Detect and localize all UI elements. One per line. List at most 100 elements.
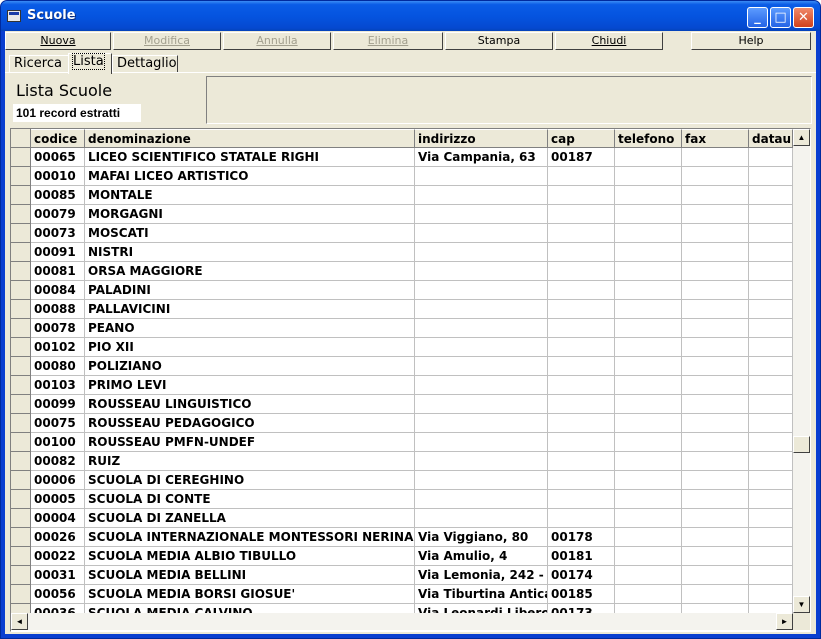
modifica-button[interactable]: Modifica: [113, 32, 221, 50]
elimina-button[interactable]: Elimina: [333, 32, 443, 50]
cell-datault[interactable]: [749, 604, 793, 613]
cell-fax[interactable]: [682, 262, 749, 281]
vertical-scrollbar[interactable]: ▲ ▼: [793, 129, 810, 613]
cell-indirizzo[interactable]: [415, 224, 548, 243]
cell-cap[interactable]: [548, 414, 615, 433]
row-selector[interactable]: [11, 414, 31, 433]
table-row[interactable]: 00026 SCUOLA INTERNAZIONALE MONTESSORI NE…: [11, 528, 793, 547]
cell-codice[interactable]: 00085: [31, 186, 85, 205]
cell-denominazione[interactable]: PALLAVICINI: [85, 300, 415, 319]
cell-datault[interactable]: [749, 262, 793, 281]
chiudi-button[interactable]: Chiudi: [555, 32, 663, 50]
cell-telefono[interactable]: [615, 528, 682, 547]
row-selector[interactable]: [11, 376, 31, 395]
cell-cap[interactable]: [548, 300, 615, 319]
cell-fax[interactable]: [682, 376, 749, 395]
cell-denominazione[interactable]: MOSCATI: [85, 224, 415, 243]
cell-codice[interactable]: 00073: [31, 224, 85, 243]
cell-fax[interactable]: [682, 167, 749, 186]
title-bar[interactable]: Scuole _ □ ✕: [1, 1, 820, 31]
cell-datault[interactable]: [749, 300, 793, 319]
cell-codice[interactable]: 00079: [31, 205, 85, 224]
cell-indirizzo[interactable]: Via Amulio, 4: [415, 547, 548, 566]
cell-fax[interactable]: [682, 319, 749, 338]
cell-cap[interactable]: [548, 376, 615, 395]
cell-codice[interactable]: 00010: [31, 167, 85, 186]
cell-indirizzo[interactable]: [415, 319, 548, 338]
cell-fax[interactable]: [682, 433, 749, 452]
table-row[interactable]: 00099 ROUSSEAU LINGUISTICO: [11, 395, 793, 414]
table-row[interactable]: 00091 NISTRI: [11, 243, 793, 262]
stampa-button[interactable]: Stampa: [445, 32, 553, 50]
cell-datault[interactable]: [749, 319, 793, 338]
cell-codice[interactable]: 00005: [31, 490, 85, 509]
cell-codice[interactable]: 00082: [31, 452, 85, 471]
table-row[interactable]: 00102 PIO XII: [11, 338, 793, 357]
cell-cap[interactable]: [548, 243, 615, 262]
cell-indirizzo[interactable]: Via Campania, 63: [415, 148, 548, 167]
cell-denominazione[interactable]: ROUSSEAU PEDAGOGICO: [85, 414, 415, 433]
cell-telefono[interactable]: [615, 319, 682, 338]
cell-datault[interactable]: [749, 414, 793, 433]
cell-telefono[interactable]: [615, 414, 682, 433]
row-selector[interactable]: [11, 243, 31, 262]
cell-fax[interactable]: [682, 224, 749, 243]
cell-cap[interactable]: [548, 338, 615, 357]
cell-telefono[interactable]: [615, 471, 682, 490]
column-header-datault[interactable]: datault: [749, 129, 793, 148]
cell-indirizzo[interactable]: [415, 490, 548, 509]
row-selector[interactable]: [11, 338, 31, 357]
cell-fax[interactable]: [682, 186, 749, 205]
table-row[interactable]: 00031 SCUOLA MEDIA BELLINI Via Lemonia, 24…: [11, 566, 793, 585]
cell-fax[interactable]: [682, 281, 749, 300]
cell-denominazione[interactable]: MAFAI LICEO ARTISTICO: [85, 167, 415, 186]
table-row[interactable]: 00073 MOSCATI: [11, 224, 793, 243]
table-row[interactable]: 00010 MAFAI LICEO ARTISTICO: [11, 167, 793, 186]
row-selector[interactable]: [11, 395, 31, 414]
cell-cap[interactable]: [548, 262, 615, 281]
tab-lista[interactable]: Lista: [68, 53, 112, 74]
cell-denominazione[interactable]: RUIZ: [85, 452, 415, 471]
table-row[interactable]: 00036 SCUOLA MEDIA CALVINO Via Leonardi Li…: [11, 604, 793, 613]
table-row[interactable]: 00078 PEANO: [11, 319, 793, 338]
cell-telefono[interactable]: [615, 585, 682, 604]
cell-indirizzo[interactable]: [415, 338, 548, 357]
cell-denominazione[interactable]: ORSA MAGGIORE: [85, 262, 415, 281]
cell-codice[interactable]: 00080: [31, 357, 85, 376]
cell-telefono[interactable]: [615, 490, 682, 509]
scroll-thumb-vertical[interactable]: [793, 436, 810, 453]
scroll-down-icon[interactable]: ▼: [793, 596, 810, 613]
data-grid[interactable]: codice denominazione indirizzo cap telefono f…: [10, 128, 811, 632]
cell-telefono[interactable]: [615, 547, 682, 566]
cell-indirizzo[interactable]: [415, 205, 548, 224]
cell-fax[interactable]: [682, 148, 749, 167]
cell-denominazione[interactable]: ROUSSEAU LINGUISTICO: [85, 395, 415, 414]
cell-telefono[interactable]: [615, 300, 682, 319]
cell-indirizzo[interactable]: Via Tiburtina Antica: [415, 585, 548, 604]
cell-codice[interactable]: 00081: [31, 262, 85, 281]
column-header-denominazione[interactable]: denominazione: [85, 129, 415, 148]
cell-fax[interactable]: [682, 604, 749, 613]
table-row[interactable]: 00006 SCUOLA DI CEREGHINO: [11, 471, 793, 490]
cell-telefono[interactable]: [615, 205, 682, 224]
horizontal-scrollbar[interactable]: ◄ ►: [11, 613, 793, 630]
cell-indirizzo[interactable]: [415, 281, 548, 300]
row-selector[interactable]: [11, 357, 31, 376]
table-row[interactable]: 00085 MONTALE: [11, 186, 793, 205]
cell-codice[interactable]: 00100: [31, 433, 85, 452]
cell-codice[interactable]: 00091: [31, 243, 85, 262]
row-selector[interactable]: [11, 452, 31, 471]
cell-codice[interactable]: 00065: [31, 148, 85, 167]
cell-datault[interactable]: [749, 167, 793, 186]
cell-cap[interactable]: [548, 490, 615, 509]
cell-codice[interactable]: 00056: [31, 585, 85, 604]
cell-indirizzo[interactable]: [415, 300, 548, 319]
row-selector[interactable]: [11, 148, 31, 167]
row-selector[interactable]: [11, 547, 31, 566]
row-selector[interactable]: [11, 585, 31, 604]
column-header-codice[interactable]: codice: [31, 129, 85, 148]
row-selector[interactable]: [11, 281, 31, 300]
cell-codice[interactable]: 00099: [31, 395, 85, 414]
cell-denominazione[interactable]: PALADINI: [85, 281, 415, 300]
row-selector[interactable]: [11, 566, 31, 585]
